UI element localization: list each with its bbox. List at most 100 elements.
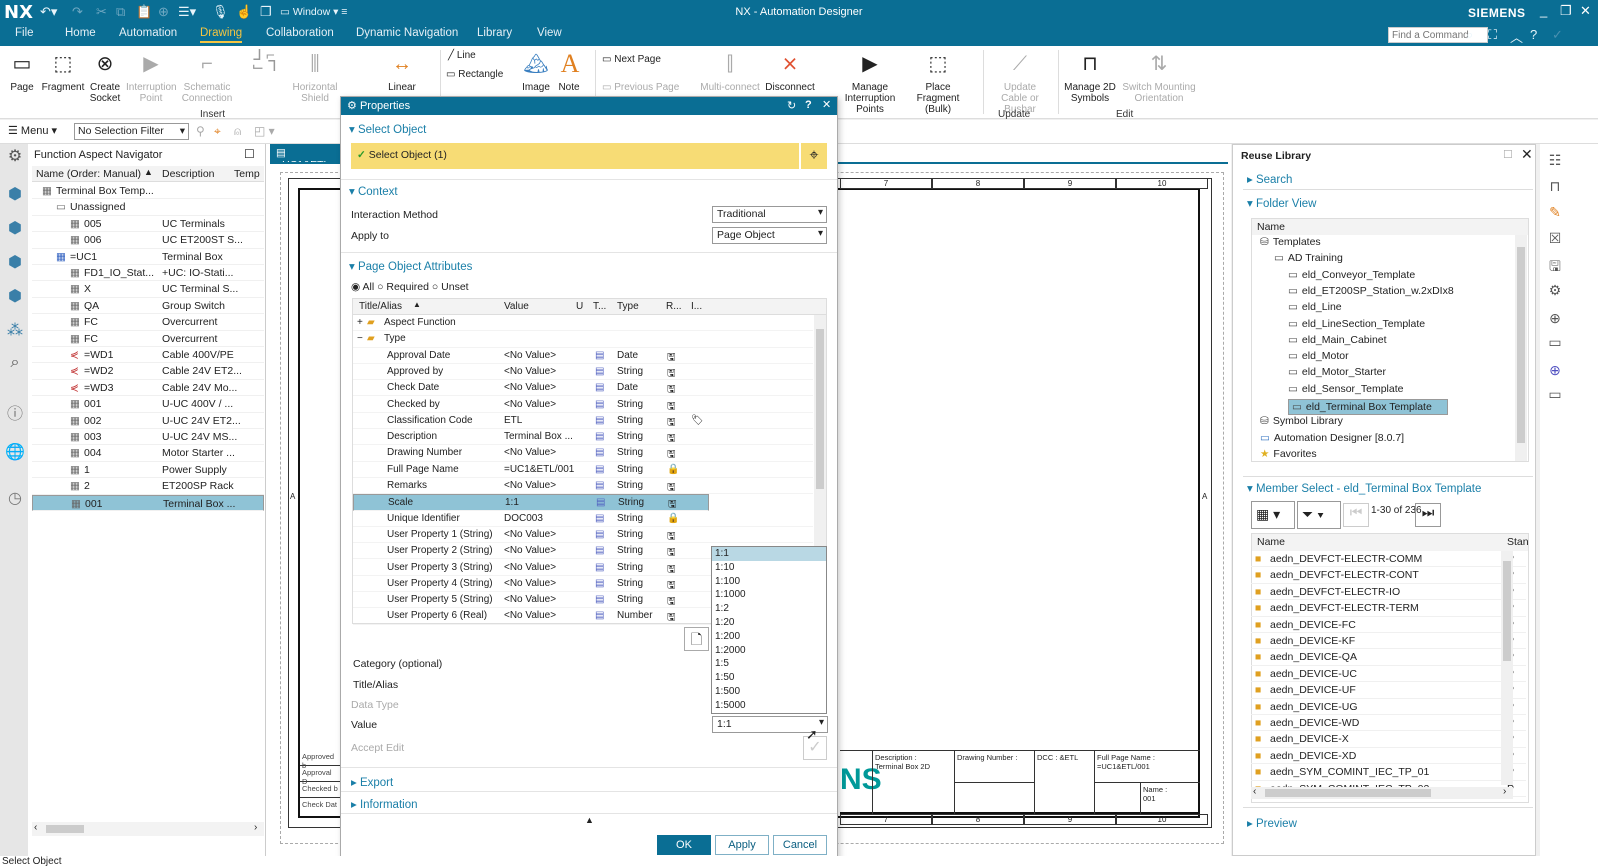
folder-row[interactable]: ▭ eld_LineSection_Template xyxy=(1288,318,1528,334)
folder-row[interactable]: ▭ eld_Main_Cabinet xyxy=(1288,334,1528,350)
page-object-attributes-section[interactable]: ▾ Page Object Attributes xyxy=(349,259,472,273)
member-row[interactable]: ■aedn_DEVICE-XDP xyxy=(1251,748,1526,765)
search-section[interactable]: ▸ Search xyxy=(1247,172,1292,186)
restore-icon[interactable]: ❐ xyxy=(1560,3,1572,19)
tab-drawing[interactable]: Drawing xyxy=(200,27,243,43)
tree-row[interactable]: ▦ X UC Terminal S... xyxy=(32,281,264,298)
location-navigator-icon[interactable]: ⬢ xyxy=(5,218,25,238)
tree-row[interactable]: ▦ 004 Motor Starter ... xyxy=(32,445,264,462)
page-button[interactable]: ▭ Page xyxy=(6,50,38,93)
column-type[interactable]: Type xyxy=(617,301,639,312)
tree-row[interactable]: ▦ 003 U-UC 24V MS... xyxy=(32,429,264,446)
close-icon[interactable]: ✕ xyxy=(1580,3,1591,19)
tab-collaboration[interactable]: Collaboration xyxy=(266,27,334,39)
linear-dimension-button[interactable]: ↔ Linear xyxy=(384,50,420,93)
scroll-right-icon[interactable]: › xyxy=(254,822,257,833)
attribute-row[interactable]: Scale 1:1 ▤ String 🖫 xyxy=(353,494,709,511)
attribute-row[interactable]: Classification Code ETL ▤ String 🖫 🏷 xyxy=(353,413,813,430)
folder-row[interactable]: ▭ eld_Motor xyxy=(1288,350,1528,366)
group-edit[interactable]: Edit xyxy=(1116,109,1133,120)
tree-row[interactable]: ▦ 002 U-UC 24V ET2... xyxy=(32,413,264,429)
column-t[interactable]: T... xyxy=(593,301,606,312)
search-icon[interactable]: ⌕ xyxy=(1466,27,1473,43)
ok-button[interactable]: OK xyxy=(657,835,711,855)
group-row-aspect-function[interactable]: + ▰ Aspect Function xyxy=(353,315,813,332)
radio-required[interactable]: ○ Required xyxy=(377,281,429,293)
product-navigator-icon[interactable]: ⬢ xyxy=(5,252,25,272)
tree-row[interactable]: ▦ 005 UC Terminals xyxy=(32,216,264,233)
next-page-icon[interactable]: ⏭ xyxy=(1415,503,1441,527)
scroll-right-icon[interactable]: › xyxy=(1503,786,1506,797)
scroll-thumb[interactable] xyxy=(46,825,84,833)
attribute-row[interactable]: Unique Identifier DOC003 ▤ String 🔒 xyxy=(353,511,813,527)
tree-row[interactable]: ▦ FD1_IO_Stat... +UC: IO-Stati... xyxy=(32,265,264,282)
export-section[interactable]: ▸ Export xyxy=(351,775,393,789)
tree-row[interactable]: ▦ FC Overcurrent xyxy=(32,331,264,347)
attribute-row[interactable]: Approval Date <No Value> ▤ Date 🖫 xyxy=(353,348,813,364)
tab-home[interactable]: Home xyxy=(65,27,96,39)
minimize-icon[interactable]: _ xyxy=(1540,3,1547,18)
dropdown-option[interactable]: 1:5 xyxy=(712,657,826,671)
tree-row[interactable]: ▦ 2 ET200SP Rack xyxy=(32,478,264,495)
select-object-field[interactable]: ✓ Select Object (1) xyxy=(351,143,799,169)
column-value[interactable]: Value xyxy=(504,301,529,312)
place-fragment-bulk-button[interactable]: ⬚ Place Fragment (Bulk) xyxy=(904,50,972,115)
close-icon[interactable]: ✕ xyxy=(1521,146,1533,163)
folder-row[interactable]: ▭ eld_Sensor_Template xyxy=(1288,383,1528,399)
member-hscrollbar[interactable]: ‹ › xyxy=(1251,786,1513,799)
dropdown-option[interactable]: 1:1 xyxy=(712,547,826,561)
table-view-button[interactable]: ▦ ▾ xyxy=(1251,501,1295,529)
tree-row[interactable]: ▦ 001 U-UC 400V / ... xyxy=(32,396,264,413)
dropdown-option[interactable]: 1:50 xyxy=(712,671,826,685)
tree-row[interactable]: ▦ 001 Terminal Box ... xyxy=(32,494,264,511)
manage-2d-symbols-button[interactable]: ⊓ Manage 2D Symbols xyxy=(1064,50,1116,104)
web-browser-icon[interactable]: 🌐 xyxy=(5,442,25,462)
dropdown-option[interactable]: 1:10 xyxy=(712,561,826,575)
dropdown-option[interactable]: 1:5000 xyxy=(712,699,826,713)
help-icon[interactable]: ? xyxy=(805,99,812,111)
menu-button[interactable]: ☰ Menu ▾ xyxy=(8,124,57,137)
tab-library[interactable]: Library xyxy=(477,27,512,39)
filter-button[interactable]: ⏷ ▾ xyxy=(1297,501,1341,529)
member-scrollbar[interactable] xyxy=(1501,551,1513,785)
attribute-row[interactable]: Drawing Number <No Value> ▤ String 🖫 xyxy=(353,445,813,462)
member-row[interactable]: ■aedn_DEVICE-KFP xyxy=(1251,633,1526,650)
disconnect-button[interactable]: ⨯ Disconnect xyxy=(764,50,816,93)
add-attribute-icon[interactable]: 🗋 xyxy=(684,627,709,651)
tree-row[interactable]: ▭ Unassigned xyxy=(32,199,264,216)
folder-row[interactable]: ⛁ Symbol Library xyxy=(1260,415,1500,431)
column-name[interactable]: Name xyxy=(1257,536,1285,548)
cancel-button[interactable]: Cancel xyxy=(773,835,827,855)
settings-icon[interactable]: ⚙ xyxy=(1545,282,1565,302)
function-navigator-icon[interactable]: ⬢ xyxy=(5,184,25,204)
scroll-left-icon[interactable]: ‹ xyxy=(1253,786,1256,797)
attribute-row[interactable]: Description Terminal Box ... ▤ String 🖫 xyxy=(353,429,813,446)
snap-icon[interactable]: ⌖ xyxy=(214,124,221,139)
select-more-icon[interactable]: ◰ ▾ xyxy=(254,124,275,138)
info-icon[interactable]: ⓘ xyxy=(5,400,25,423)
new-page-icon[interactable]: ▭ xyxy=(1545,386,1565,406)
member-row[interactable]: ■aedn_DEVICE-UCP xyxy=(1251,666,1526,683)
note-button[interactable]: A Note xyxy=(556,50,582,94)
column-r[interactable]: R... xyxy=(666,301,682,312)
member-row[interactable]: ■aedn_DEVICE-UFP xyxy=(1251,682,1526,699)
next-page-button[interactable]: ▭ Next Page xyxy=(602,54,661,65)
tab-file[interactable]: File xyxy=(15,27,34,39)
tree-row[interactable]: ⋞ =WD2 Cable 24V ET2... xyxy=(32,363,264,380)
tree-row[interactable]: ▦ Terminal Box Temp... xyxy=(32,183,264,200)
scroll-thumb[interactable] xyxy=(1517,247,1525,443)
folder-row[interactable]: ▭ eld_Conveyor_Template xyxy=(1288,269,1528,285)
document-tab[interactable]: ▤ =UC1&ETL xyxy=(270,144,340,171)
member-row[interactable]: ■aedn_DEVICE-FCP xyxy=(1251,617,1526,633)
folder-row[interactable]: ▭ eld_ET200SP_Station_w.2xDIx8 xyxy=(1288,285,1528,301)
previous-page-button[interactable]: ▭ Previous Page xyxy=(602,82,679,93)
switch-mounting-button[interactable]: ⇅ Switch Mounting Orientation xyxy=(1120,50,1198,104)
group-row-type[interactable]: − ▰ Type xyxy=(353,331,813,348)
folder-column-header[interactable]: Name xyxy=(1252,219,1528,235)
rectangle-button[interactable]: ▭ Rectangle xyxy=(446,69,503,80)
column-name[interactable]: Name (Order: Manual) xyxy=(36,168,141,180)
dropdown-option[interactable]: 1:2000 xyxy=(712,644,826,658)
tree-row[interactable]: ⋞ =WD3 Cable 24V Mo... xyxy=(32,380,264,397)
filter-icon[interactable]: ⚲ xyxy=(196,124,205,138)
dropdown-option[interactable]: 1:500 xyxy=(712,685,826,699)
